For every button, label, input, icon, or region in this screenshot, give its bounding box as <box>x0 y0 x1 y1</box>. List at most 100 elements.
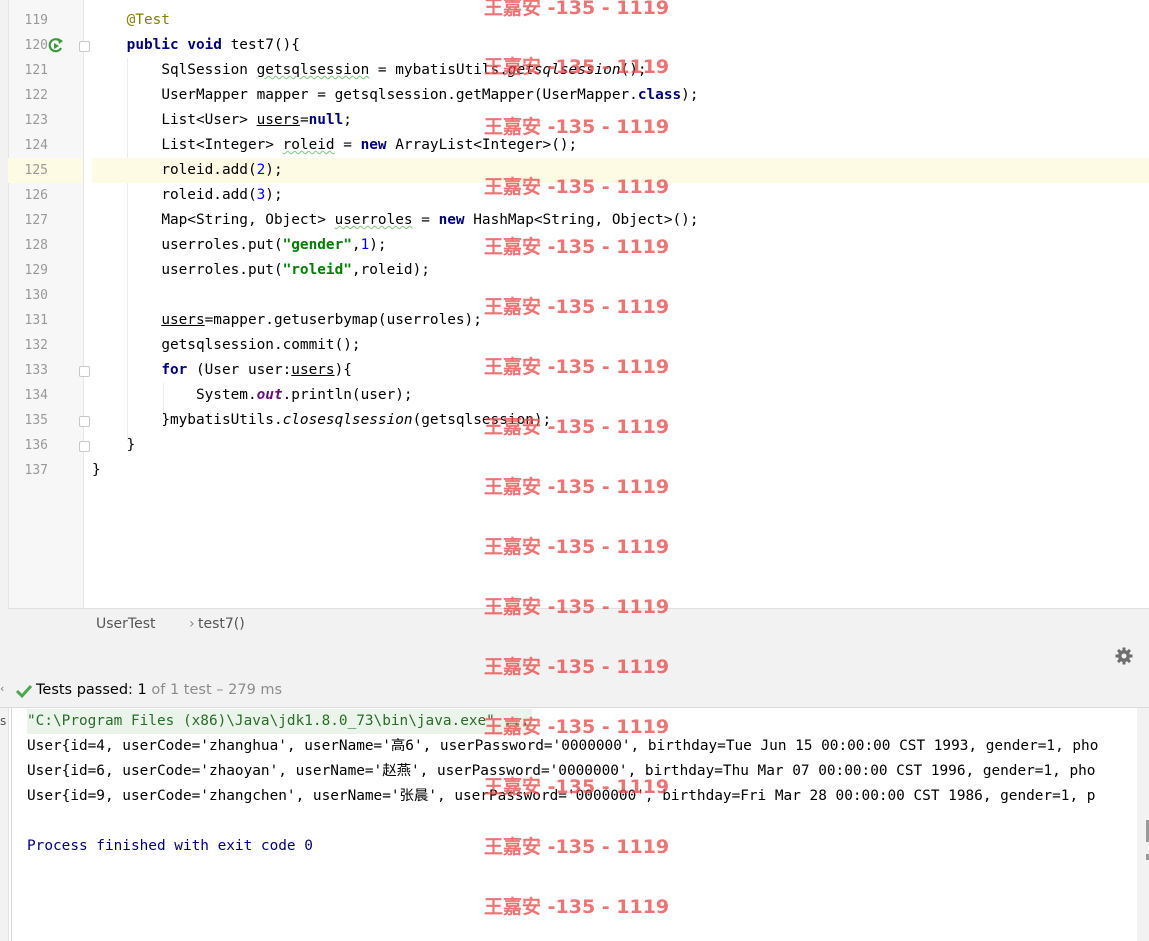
code-text: getsqlsession.commit(); <box>161 337 361 353</box>
code-line: public void test7(){ <box>92 33 1149 58</box>
code-text: SqlSession <box>161 62 257 78</box>
code-text: =mapper.getuserbymap(userroles); <box>204 312 482 328</box>
number-literal: 2 <box>256 162 266 178</box>
keyword: null <box>308 112 344 128</box>
code-text: , <box>351 237 361 253</box>
variable: roleid <box>282 137 335 153</box>
fold-icon[interactable] <box>79 416 90 427</box>
code-line: userroles.put("gender",1); <box>92 233 1149 258</box>
breadcrumb-class[interactable]: UserTest <box>96 616 155 632</box>
line-number: 126 <box>24 188 48 203</box>
line-number: 137 <box>24 463 48 478</box>
line-number: 122 <box>24 88 48 103</box>
keyword: new <box>438 212 465 228</box>
line-number: 121 <box>24 63 48 78</box>
number-literal: 3 <box>256 187 266 203</box>
test-status-text: Tests passed: 1 of 1 test – 279 ms <box>36 682 282 698</box>
code-line: List<Integer> roleid = new ArrayList<Int… <box>92 133 1149 158</box>
code-text: .println(user); <box>282 387 413 403</box>
code-line: users=mapper.getuserbymap(userroles); <box>92 308 1149 333</box>
code-line: userroles.put("roleid",roleid); <box>92 258 1149 283</box>
code-text: (User user: <box>187 362 292 378</box>
line-number: 130 <box>24 288 48 303</box>
code-line: for (User user:users){ <box>92 358 1149 383</box>
code-line: Map<String, Object> userroles = new Hash… <box>92 208 1149 233</box>
code-text: }mybatisUtils. <box>161 412 283 428</box>
code-line: System.out.println(user); <box>92 383 1149 408</box>
code-text: ); <box>265 187 283 203</box>
keyword: class <box>637 87 682 103</box>
console-scrollbar[interactable] <box>1137 708 1149 941</box>
fold-icon[interactable] <box>79 41 90 52</box>
code-text: List<User> <box>161 112 257 128</box>
static-call: getsqlsession <box>507 62 621 78</box>
number-literal: 1 <box>360 237 370 253</box>
keyword: void <box>187 37 222 53</box>
code-line: @Test <box>92 8 1149 33</box>
console-line: User{id=9, userCode='zhangchen', userNam… <box>27 788 1096 804</box>
code-text: (getsqlsession); <box>412 412 552 428</box>
code-text: userroles.put( <box>161 262 283 278</box>
keyword: public <box>126 37 179 53</box>
code-text: roleid.add( <box>161 162 257 178</box>
test-status-bar: ‹ Tests passed: 1 of 1 test – 279 ms <box>0 673 1149 708</box>
line-number: 134 <box>24 388 48 403</box>
string-literal: "gender" <box>282 237 352 253</box>
line-number: 120 <box>24 38 48 53</box>
code-text: roleid.add( <box>161 187 257 203</box>
code-text: ); <box>369 237 387 253</box>
code-line: } <box>92 458 1149 483</box>
line-number: 129 <box>24 263 48 278</box>
code-text: HashMap<String, Object>(); <box>464 212 699 228</box>
code-text: ); <box>265 162 283 178</box>
code-text: ArrayList<Integer>(); <box>386 137 578 153</box>
line-number: 128 <box>24 238 48 253</box>
variable: getsqlsession <box>256 62 370 78</box>
variable: users <box>161 312 205 328</box>
line-number: 135 <box>24 413 48 428</box>
line-number: 131 <box>24 313 48 328</box>
run-test-icon[interactable] <box>47 37 65 55</box>
gear-icon[interactable] <box>1115 647 1133 665</box>
console-line: User{id=4, userCode='zhanghua', userName… <box>27 738 1099 754</box>
line-number: 127 <box>24 213 48 228</box>
line-number: 119 <box>24 13 48 28</box>
console-command-line[interactable]: "C:\Program Files (x86)\Java\jdk1.8.0_73… <box>27 709 532 734</box>
variable: users <box>291 362 335 378</box>
status-detail: of 1 test – 279 ms <box>151 682 283 698</box>
collapse-arrow-icon[interactable]: ‹ <box>0 682 8 696</box>
annotation: @Test <box>126 12 170 28</box>
code-text: } <box>126 437 136 453</box>
code-line: }mybatisUtils.closesqlsession(getsqlsess… <box>92 408 1149 433</box>
code-text: userroles.put( <box>161 237 283 253</box>
status-passed-label: Tests passed: <box>36 682 133 698</box>
breadcrumb-method[interactable]: test7() <box>190 616 245 632</box>
fold-icon[interactable] <box>79 441 90 452</box>
code-text: = <box>412 212 439 228</box>
static-field: out <box>256 387 283 403</box>
code-text: = <box>299 112 309 128</box>
code-text: ; <box>343 112 352 128</box>
code-text: = mybatisUtils. <box>369 62 508 78</box>
console-output[interactable]: "C:\Program Files (x86)\Java\jdk1.8.0_73… <box>11 708 1138 941</box>
keyword: new <box>360 137 387 153</box>
code-line: SqlSession getsqlsession = mybatisUtils.… <box>92 58 1149 83</box>
line-number: 123 <box>24 113 48 128</box>
code-text: = <box>334 137 361 153</box>
fold-icon[interactable] <box>79 366 90 377</box>
console-line: User{id=6, userCode='zhaoyan', userName=… <box>27 763 1096 779</box>
line-number: 136 <box>24 438 48 453</box>
keyword: for <box>161 362 188 378</box>
code-text: test7(){ <box>230 37 300 53</box>
code-line: getsqlsession.commit(); <box>92 333 1149 358</box>
line-number: 133 <box>24 363 48 378</box>
code-line: UserMapper mapper = getsqlsession.getMap… <box>92 83 1149 108</box>
code-text: (); <box>620 62 647 78</box>
code-line: } <box>92 433 1149 458</box>
code-text: ); <box>681 87 699 103</box>
code-line: List<User> users=null; <box>92 108 1149 133</box>
line-number: 125 <box>24 163 48 178</box>
code-text: } <box>92 462 101 478</box>
code-text: UserMapper mapper = getsqlsession.getMap… <box>161 87 638 103</box>
variable: users <box>256 112 300 128</box>
